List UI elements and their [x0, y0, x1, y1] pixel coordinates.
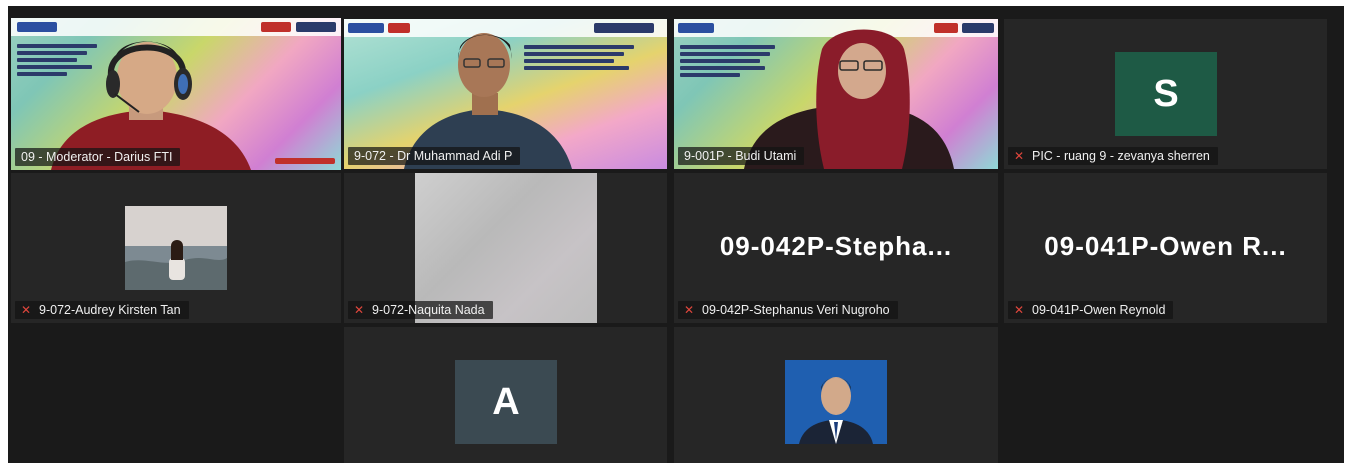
participant-tile-stephanus[interactable]: 09-042P-Stepha... ✕ 09-042P-Stephanus Ver… — [674, 173, 998, 323]
participant-tile-naquita[interactable]: ✕ 9-072-Naquita Nada — [344, 173, 667, 323]
participant-tile-photo-user[interactable] — [674, 327, 998, 463]
participant-name: 09 - Moderator - Darius FTI — [15, 148, 181, 166]
mic-off-icon: ✕ — [1014, 149, 1025, 163]
participant-name: ✕ 9-072-Naquita Nada — [348, 301, 493, 319]
participant-tile-budi[interactable]: 9-001P - Budi Utami — [674, 19, 998, 169]
participant-name: 9-072 - Dr Muhammad Adi P — [348, 147, 521, 165]
mic-off-icon: ✕ — [354, 303, 365, 317]
participant-tile-audrey[interactable]: ✕ 9-072-Audrey Kirsten Tan — [11, 173, 341, 323]
meeting-gallery-view: 09 - Moderator - Darius FTI 9-072 - Dr M… — [8, 6, 1344, 463]
mic-off-icon: ✕ — [684, 303, 695, 317]
participant-name: 9-001P - Budi Utami — [678, 147, 805, 165]
profile-photo — [785, 360, 887, 444]
participant-tile-adi[interactable]: 9-072 - Dr Muhammad Adi P — [344, 19, 667, 169]
participant-display-name: 09-042P-Stepha... — [719, 231, 953, 261]
participant-name: ✕ 09-042P-Stephanus Veri Nugroho — [678, 301, 898, 319]
profile-photo — [125, 206, 227, 290]
participant-name: ✕ 9-072-Audrey Kirsten Tan — [15, 301, 189, 319]
participant-name: ✕ PIC - ruang 9 - zevanya sherren — [1008, 147, 1218, 165]
avatar: A — [455, 360, 557, 444]
mic-off-icon: ✕ — [21, 303, 32, 317]
participant-tile-owen[interactable]: 09-041P-Owen R... ✕ 09-041P-Owen Reynold — [1004, 173, 1327, 323]
mic-off-icon: ✕ — [1014, 303, 1025, 317]
participant-tile-a-user[interactable]: A — [344, 327, 667, 463]
participant-tile-zevanya[interactable]: S ✕ PIC - ruang 9 - zevanya sherren — [1004, 19, 1327, 169]
participant-name: ✕ 09-041P-Owen Reynold — [1008, 301, 1174, 319]
avatar: S — [1115, 52, 1217, 136]
participant-display-name: 09-041P-Owen R... — [1044, 231, 1287, 261]
participant-tile-moderator[interactable]: 09 - Moderator - Darius FTI — [11, 18, 341, 170]
